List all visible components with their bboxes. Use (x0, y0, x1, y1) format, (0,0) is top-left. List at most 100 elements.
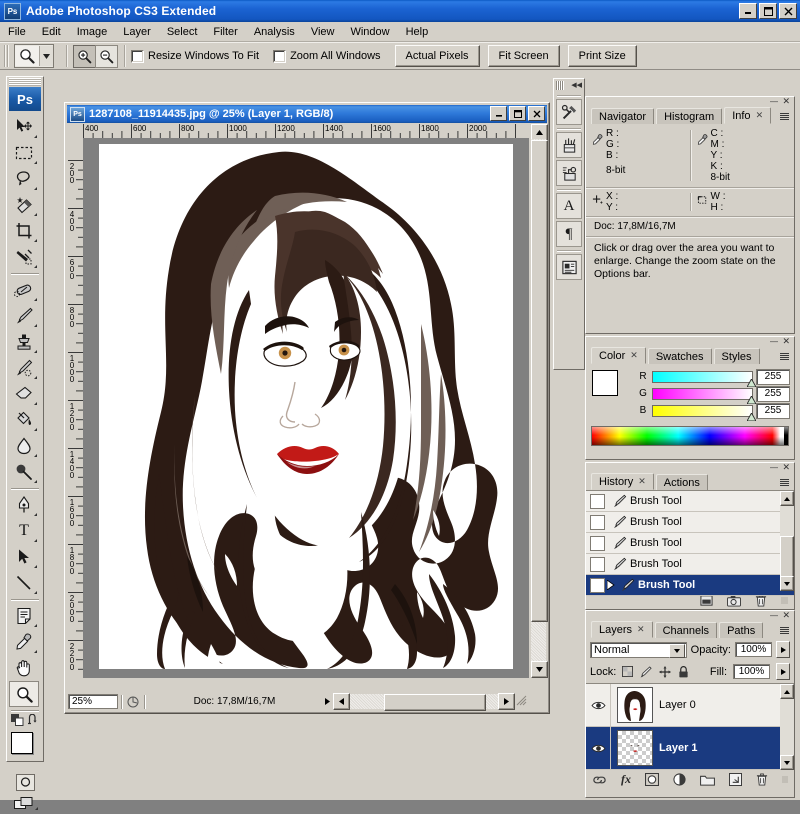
tab-actions[interactable]: Actions (656, 474, 708, 490)
canvas-scroll-area[interactable] (83, 138, 529, 678)
tab-navigator[interactable]: Navigator (591, 108, 654, 124)
minimize-icon[interactable]: — (770, 338, 778, 345)
status-preview-icon[interactable] (125, 696, 141, 708)
menu-layer[interactable]: Layer (115, 24, 159, 40)
history-snapshot-checkbox[interactable] (586, 513, 608, 531)
blue-slider-knob[interactable] (747, 413, 756, 421)
tab-color[interactable]: Color ✕ (591, 347, 646, 364)
lock-all-icon[interactable] (678, 666, 689, 678)
layer-thumbnail[interactable] (617, 730, 653, 766)
menu-edit[interactable]: Edit (34, 24, 69, 40)
minimize-icon[interactable]: — (770, 464, 778, 471)
zoom-out-button[interactable] (95, 45, 118, 68)
tab-close-icon[interactable]: ✕ (756, 110, 764, 121)
link-layers-icon[interactable] (592, 775, 607, 785)
tab-histogram[interactable]: Histogram (656, 108, 722, 124)
tool-dodge[interactable] (9, 459, 39, 485)
tab-swatches[interactable]: Swatches (648, 348, 712, 364)
blue-value-field[interactable]: 255 (756, 403, 790, 419)
clone-source-icon[interactable] (556, 160, 582, 186)
close-icon[interactable]: ✕ (782, 337, 790, 346)
document-minimize-button[interactable] (490, 106, 507, 121)
history-snapshot-checkbox[interactable] (586, 492, 608, 510)
history-snapshot-checkbox[interactable] (586, 534, 608, 552)
print-size-button[interactable]: Print Size (568, 45, 637, 67)
tool-history-brush[interactable] (9, 355, 39, 381)
layer-visibility-toggle[interactable] (586, 727, 611, 769)
green-value-field[interactable]: 255 (756, 386, 790, 402)
tab-layers[interactable]: Layers ✕ (591, 621, 653, 638)
layer-visibility-toggle[interactable] (586, 684, 611, 726)
panel-menu-icon[interactable] (778, 476, 791, 489)
layers-scroll-down[interactable] (780, 755, 794, 770)
menu-analysis[interactable]: Analysis (246, 24, 303, 40)
tool-hand[interactable] (9, 655, 39, 681)
tool-blur[interactable] (9, 433, 39, 459)
tool-magic-wand[interactable] (9, 192, 39, 218)
maximize-button[interactable] (759, 3, 777, 19)
scroll-down-button[interactable] (531, 661, 548, 678)
history-snapshot-checkbox[interactable] (586, 555, 608, 573)
fill-stepper[interactable] (776, 663, 790, 680)
history-item-selected[interactable]: Brush Tool (586, 575, 794, 596)
minimize-icon[interactable]: — (770, 612, 778, 619)
red-value-field[interactable]: 255 (756, 369, 790, 385)
menu-window[interactable]: Window (342, 24, 397, 40)
tool-marquee[interactable] (9, 140, 39, 166)
tool-zoom[interactable] (9, 681, 39, 707)
tab-close-icon[interactable]: ✕ (630, 350, 638, 361)
horizontal-scroll-thumb[interactable] (384, 694, 486, 711)
character-icon[interactable]: A (556, 193, 582, 219)
tool-paint-bucket[interactable] (9, 407, 39, 433)
layer-comps-icon[interactable] (556, 254, 582, 280)
menu-filter[interactable]: Filter (205, 24, 245, 40)
color-spectrum-ramp[interactable] (591, 426, 789, 446)
brushes-icon[interactable] (556, 132, 582, 158)
tab-channels[interactable]: Channels (655, 622, 717, 638)
foreground-color-swatch[interactable] (11, 732, 33, 754)
hscroll-left-button[interactable] (333, 693, 350, 710)
history-item[interactable]: Brush Tool (586, 554, 794, 575)
close-icon[interactable]: ✕ (782, 611, 790, 620)
history-item[interactable]: Brush Tool (586, 533, 794, 554)
layer-name[interactable]: Layer 1 (659, 742, 698, 754)
history-snapshot-checkbox[interactable] (586, 576, 608, 594)
panel-menu-icon[interactable] (778, 350, 791, 363)
history-state-list[interactable]: Brush Tool Brush Tool Brush Tool (586, 490, 794, 591)
panel-menu-icon[interactable] (778, 110, 791, 123)
paragraph-icon[interactable]: ¶ (556, 221, 582, 247)
green-slider-track[interactable] (652, 388, 753, 400)
menu-image[interactable]: Image (69, 24, 116, 40)
foreground-color-swatch[interactable] (592, 370, 618, 396)
tool-eraser[interactable] (9, 381, 39, 407)
tool-move[interactable] (9, 114, 39, 140)
minimize-icon[interactable]: — (770, 98, 778, 105)
menu-file[interactable]: File (0, 24, 34, 40)
layers-scroll-up[interactable] (780, 684, 794, 699)
fill-field[interactable]: 100% (733, 664, 770, 679)
green-slider-knob[interactable] (747, 396, 756, 404)
close-button[interactable] (779, 3, 797, 19)
history-item[interactable]: Brush Tool (586, 491, 794, 512)
tool-path-selection[interactable] (9, 544, 39, 570)
panel-resize-grip[interactable] (782, 776, 788, 783)
document-maximize-button[interactable] (509, 106, 526, 121)
document-close-button[interactable] (528, 106, 545, 121)
tool-preset-picker[interactable] (14, 44, 54, 68)
quick-mask-toggle[interactable] (7, 772, 43, 792)
hscroll-right-button[interactable] (498, 693, 515, 710)
tool-slice[interactable] (9, 244, 39, 270)
menu-view[interactable]: View (303, 24, 343, 40)
zoom-in-button[interactable] (73, 45, 96, 68)
tool-crop[interactable] (9, 218, 39, 244)
menu-select[interactable]: Select (159, 24, 206, 40)
resize-windows-to-fit-checkbox[interactable]: Resize Windows To Fit (131, 50, 259, 63)
panel-resize-grip[interactable] (781, 597, 788, 604)
fit-screen-button[interactable]: Fit Screen (488, 45, 560, 67)
tool-notes[interactable] (9, 603, 39, 629)
tool-brush[interactable] (9, 303, 39, 329)
layer-row[interactable]: Layer 0 (586, 684, 794, 727)
tool-line-shape[interactable] (9, 570, 39, 596)
zoom-level-field[interactable]: 25% (68, 694, 118, 709)
layer-name[interactable]: Layer 0 (659, 699, 696, 711)
